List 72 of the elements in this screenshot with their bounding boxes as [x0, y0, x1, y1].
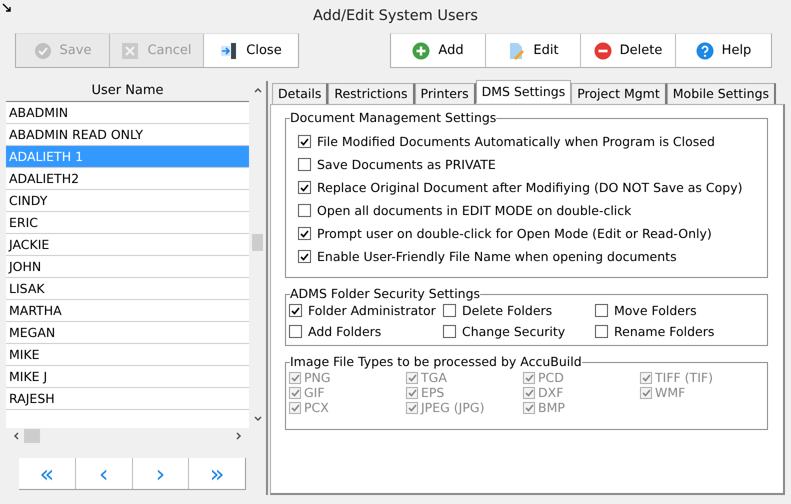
group-title: Document Management Settings [290, 111, 496, 125]
checkbox-label: Open all documents in EDIT MODE on double-click [317, 203, 632, 218]
checkbox-label: Move Folders [614, 303, 697, 318]
checkbox-label: EPS [421, 385, 444, 400]
tab[interactable]: DMS Settings [476, 80, 572, 103]
checkbox-label: Folder Administrator [308, 303, 436, 318]
checkbox-label: PCX [304, 400, 329, 415]
checkbox-label: TGA [421, 370, 447, 385]
user-row[interactable]: MIKE [6, 344, 249, 366]
checkbox[interactable] [298, 227, 311, 240]
checkbox[interactable] [443, 304, 456, 317]
checkbox-label: PNG [304, 370, 331, 385]
checkbox[interactable] [443, 325, 456, 338]
checkbox-label: Prompt user on double-click for Open Mode (Edit or Read-Only) [317, 226, 712, 241]
checkbox-label: JPEG (JPG) [421, 400, 484, 415]
checkbox-label: Add Folders [308, 324, 382, 339]
tab[interactable]: Mobile Settings [666, 83, 776, 104]
exit-door-icon [220, 42, 238, 60]
checkbox[interactable] [298, 181, 311, 194]
scroll-up-icon[interactable] [252, 86, 262, 94]
checkbox-label: DXF [538, 385, 564, 400]
window-title: Add/Edit System Users [313, 8, 478, 24]
scroll-right-icon[interactable] [235, 431, 243, 441]
check-circle-icon [34, 42, 52, 60]
checkbox-label: GIF [304, 385, 325, 400]
resize-arrow-icon [2, 3, 12, 13]
scroll-down-icon[interactable] [252, 415, 262, 423]
checkbox[interactable] [595, 325, 608, 338]
checkbox[interactable] [289, 325, 302, 338]
checkbox-label: WMF [655, 385, 686, 400]
checkbox-label: Change Security [462, 324, 566, 339]
minus-circle-icon [594, 42, 612, 60]
checkbox-label: PCD [538, 370, 564, 385]
user-row[interactable]: MIKE J [6, 366, 249, 388]
plus-circle-icon [412, 42, 430, 60]
group-title: ADMS Folder Security Settings [290, 287, 480, 301]
user-row[interactable]: JOHN [6, 256, 249, 278]
user-row[interactable]: LISAK [6, 278, 249, 300]
column-header[interactable]: User Name [6, 81, 249, 102]
user-row[interactable]: ABADMIN [6, 102, 249, 124]
user-row[interactable]: MARTHA [6, 300, 249, 322]
tab[interactable]: Details [272, 83, 328, 104]
checkbox[interactable] [298, 204, 311, 217]
user-row[interactable]: CINDY [6, 190, 249, 212]
document-pencil-icon [507, 42, 526, 60]
checkbox[interactable] [298, 135, 311, 148]
checkbox-label: BMP [538, 400, 565, 415]
user-row[interactable]: JACKIE [6, 234, 249, 256]
tab[interactable]: Restrictions [328, 83, 415, 104]
user-row[interactable]: RAJESH [6, 388, 249, 410]
checkbox-label: Replace Original Document after Modifiying (DO NOT Save as Copy) [317, 180, 742, 195]
user-row[interactable]: MEGAN [6, 322, 249, 344]
checkbox[interactable] [298, 158, 311, 171]
scroll-left-icon[interactable] [12, 431, 20, 441]
group-title: Image File Types to be processed by AccuBuild [290, 355, 582, 369]
checkbox-label: Delete Folders [462, 303, 552, 318]
checkbox-label: File Modified Documents Automatically when Program is Closed [317, 134, 715, 149]
checkbox-label: Enable User-Friendly File Name when opening documents [317, 249, 677, 264]
scroll-thumb[interactable] [252, 234, 263, 251]
x-square-icon [121, 42, 140, 60]
tab[interactable]: Project Mgmt [571, 83, 667, 104]
checkbox-label: Rename Folders [614, 324, 714, 339]
checkbox-label: Save Documents as PRIVATE [317, 157, 496, 172]
question-circle-icon [696, 42, 714, 60]
checkbox[interactable] [298, 250, 311, 263]
scroll-thumb[interactable] [24, 429, 40, 443]
checkbox[interactable] [289, 304, 302, 317]
user-row[interactable]: ERIC [6, 212, 249, 234]
user-row[interactable]: ADALIETH2 [6, 168, 249, 190]
checkbox[interactable] [595, 304, 608, 317]
checkbox-label: TIFF (TIF) [655, 370, 713, 385]
tab[interactable]: Printers [414, 83, 476, 104]
